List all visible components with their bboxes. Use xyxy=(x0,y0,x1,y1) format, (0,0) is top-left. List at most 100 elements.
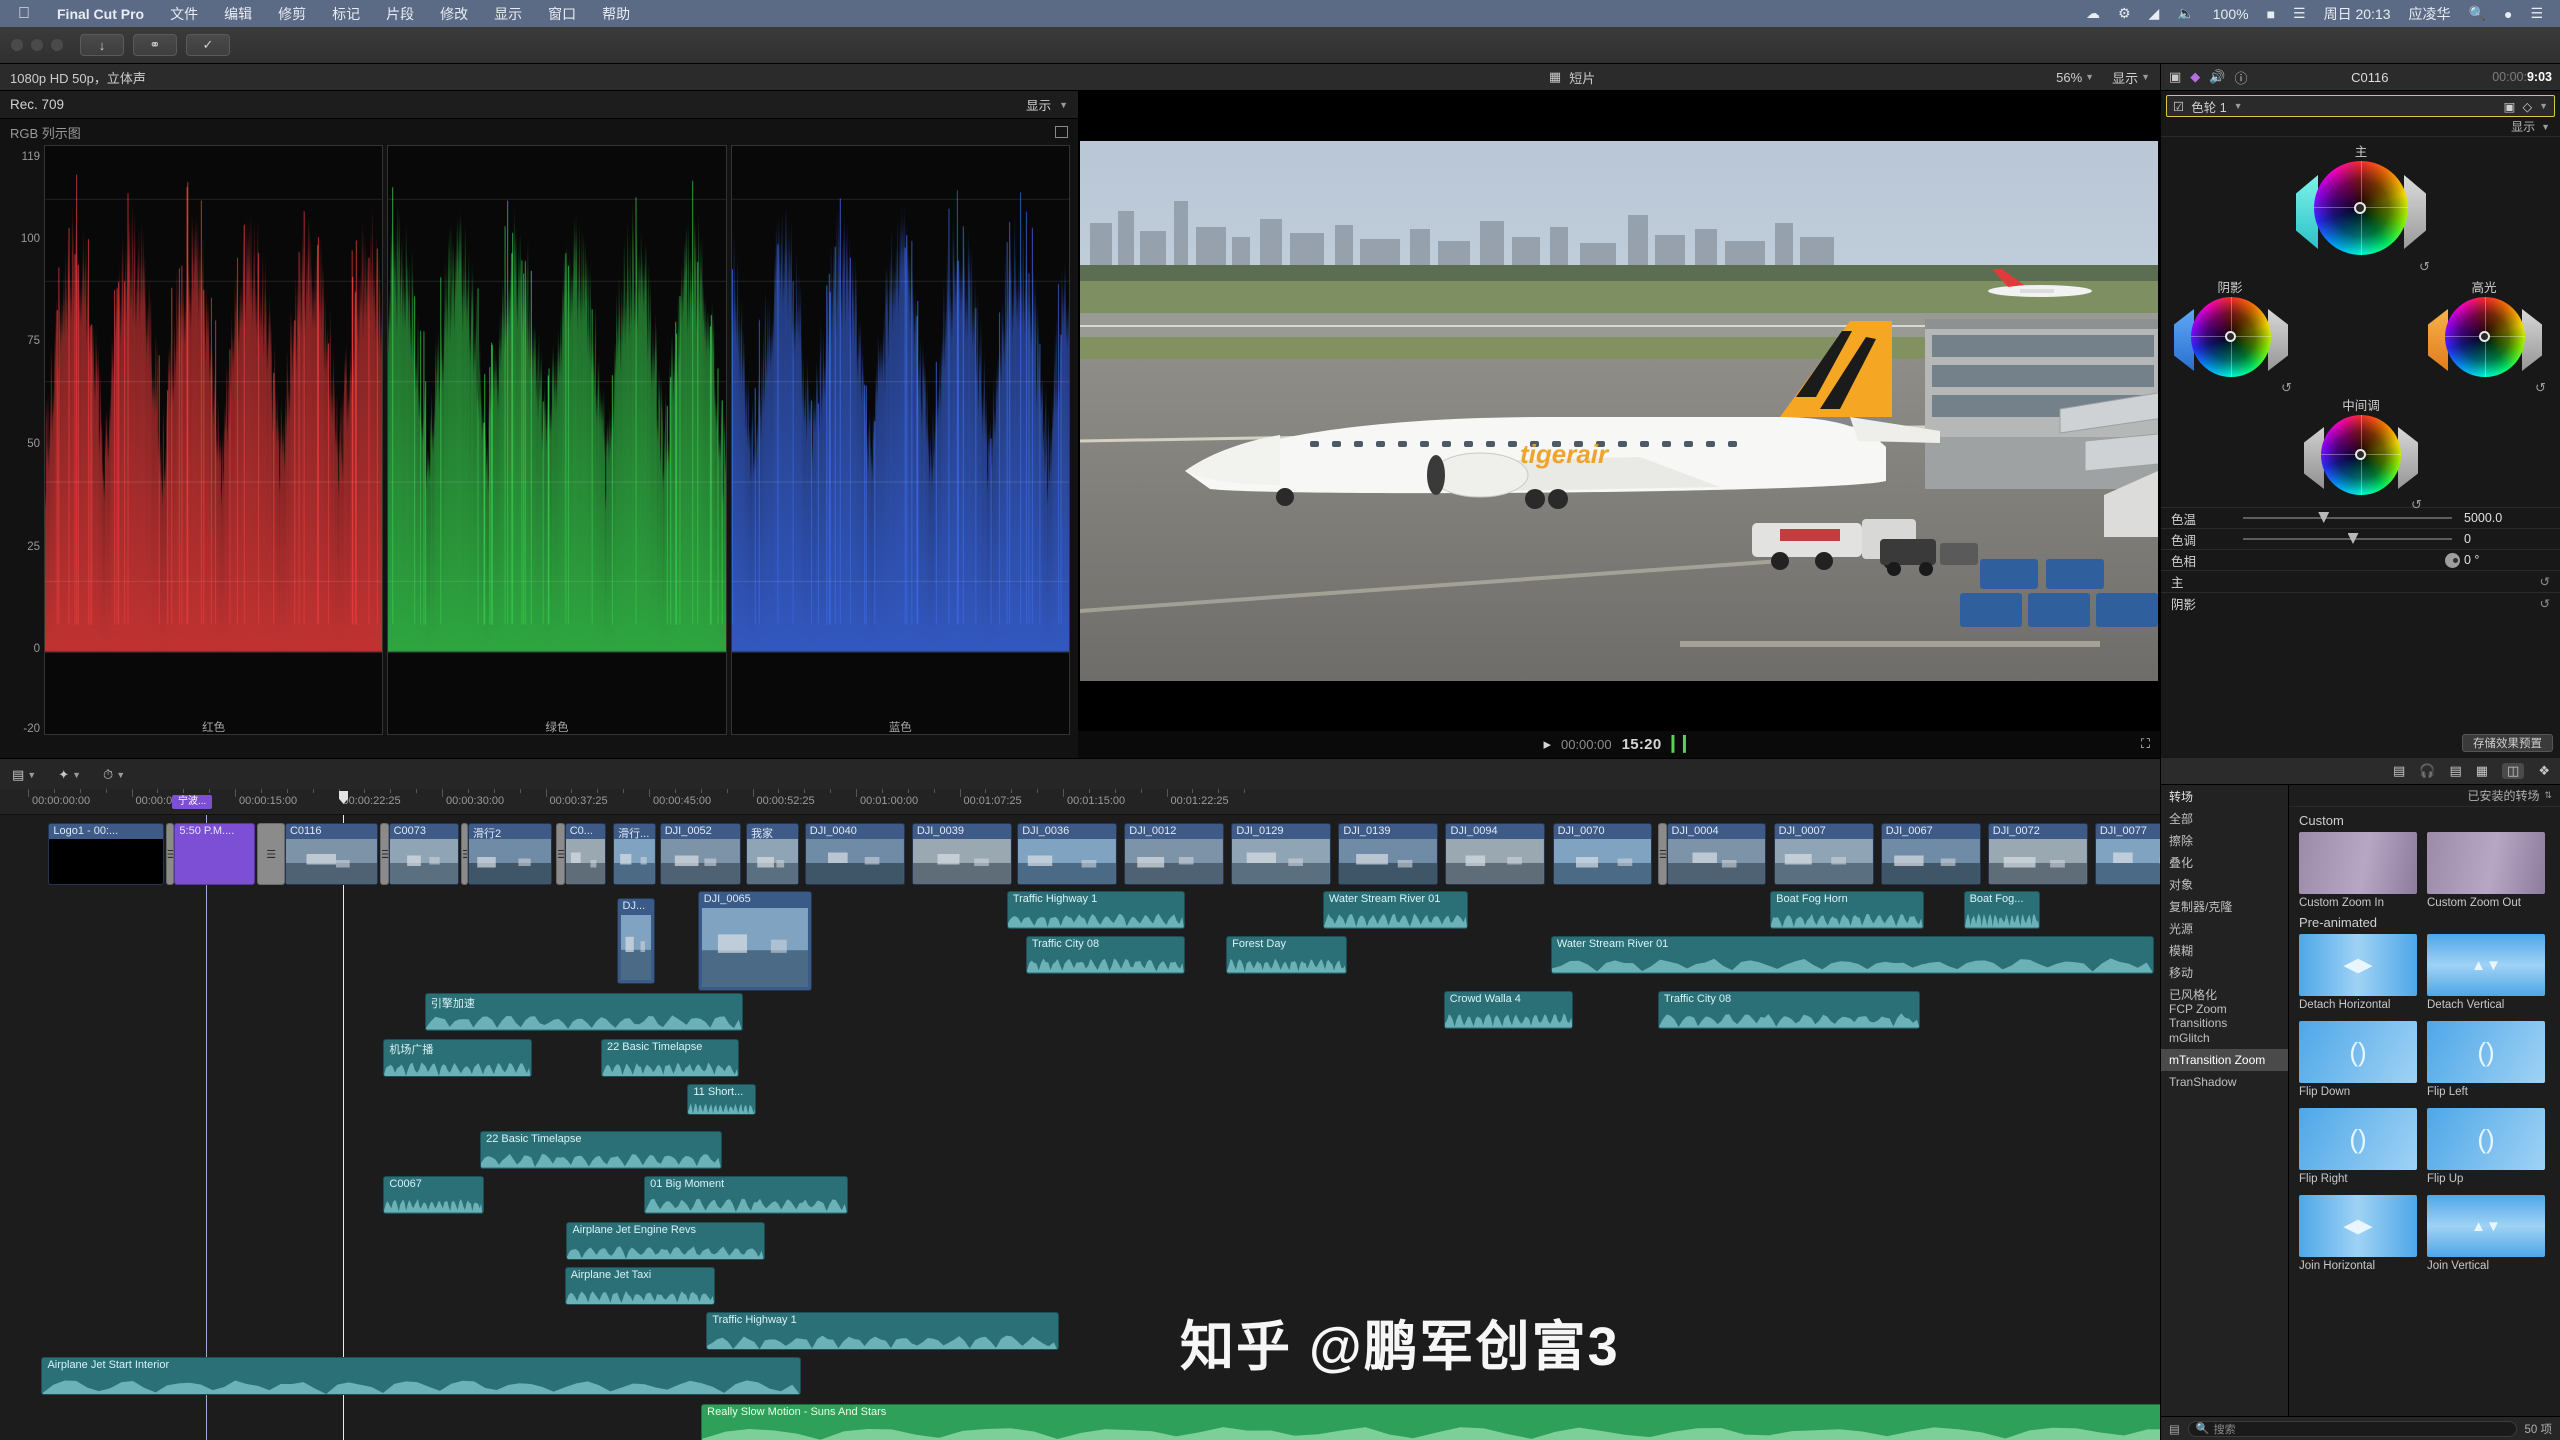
browser-clip-appearance-icon[interactable]: ▤ xyxy=(2393,763,2405,779)
reset-section-master-icon[interactable]: ↺ xyxy=(2540,574,2550,589)
browser-category-item[interactable]: FCP Zoom Transitions xyxy=(2161,1005,2288,1027)
browser-category-item[interactable]: 光源 xyxy=(2161,917,2288,939)
timeline-audio-clip[interactable]: Traffic Highway 1 xyxy=(1007,891,1185,929)
timeline-transition[interactable]: ☰ xyxy=(1658,823,1667,885)
transition-thumbnail[interactable]: ◀▶ xyxy=(2299,934,2417,996)
color-wheel-highlights[interactable] xyxy=(2437,293,2533,389)
menu-item-edit[interactable]: 编辑 xyxy=(211,4,265,24)
browser-category-list[interactable]: 转场全部擦除叠化对象复制器/克隆光源模糊移动已风格化FCP Zoom Trans… xyxy=(2161,785,2289,1416)
audio-inspector-icon[interactable]: 🔊 xyxy=(2209,69,2225,85)
transition-thumbnail[interactable]: () xyxy=(2299,1108,2417,1170)
browser-category-item[interactable]: 擦除 xyxy=(2161,829,2288,851)
tint-slider-thumb[interactable] xyxy=(2348,533,2359,544)
timeline-video-clip[interactable]: DJI_0004 xyxy=(1667,823,1767,885)
browser-index-icon[interactable]: ▤ xyxy=(2449,763,2461,779)
browser-transition-item[interactable]: ◀▶Detach Horizontal xyxy=(2299,934,2417,1011)
timeline-transition[interactable]: ☰ xyxy=(461,823,468,885)
timeline-audio-clip[interactable]: Airplane Jet Engine Revs xyxy=(566,1222,765,1260)
browser-transition-item[interactable]: ()Flip Left xyxy=(2427,1021,2545,1098)
browser-category-item[interactable]: 对象 xyxy=(2161,873,2288,895)
browser-category-item[interactable]: 复制器/克隆 xyxy=(2161,895,2288,917)
menubar-clock[interactable]: 周日 20:13 xyxy=(2315,4,2400,24)
siri-icon[interactable]: ● xyxy=(2495,6,2521,22)
window-minimize-button[interactable] xyxy=(31,39,43,51)
transition-thumbnail[interactable]: ◀▶ xyxy=(2299,1195,2417,1257)
browser-transition-item[interactable]: Custom Zoom In xyxy=(2299,832,2417,909)
timeline-video-clip[interactable]: Logo1 - 00:... xyxy=(48,823,163,885)
timeline-audio-clip[interactable]: Water Stream River 01 xyxy=(1323,891,1468,929)
volume-icon[interactable]: 🔈 xyxy=(2168,5,2203,22)
control-center-icon[interactable]: ☰ xyxy=(2284,5,2315,22)
timeline-audio-clip[interactable]: Airplane Jet Taxi xyxy=(565,1267,715,1305)
menu-item-trim[interactable]: 修剪 xyxy=(265,4,319,24)
apple-icon[interactable]:  xyxy=(18,6,30,22)
timeline-video-clip[interactable]: DJI_0072 xyxy=(1988,823,2088,885)
viewer-expand-icon[interactable]: ⛶ xyxy=(2141,736,2150,752)
info-inspector-icon[interactable]: ⓘ xyxy=(2234,68,2247,87)
skimmer[interactable] xyxy=(206,815,207,1440)
save-effect-preset-button[interactable]: 存储效果预置 xyxy=(2462,734,2553,752)
tint-value[interactable]: 0 xyxy=(2464,532,2550,546)
search-icon[interactable]: 🔍 xyxy=(2460,5,2495,22)
window-close-button[interactable] xyxy=(11,39,23,51)
transition-thumbnail[interactable]: ▲▼ xyxy=(2427,934,2545,996)
effect-row-color-wheels[interactable]: ☑ 色轮 1 ▼ ▣ ◇ ▼ xyxy=(2166,95,2555,117)
timeline-audio-clip[interactable]: Water Stream River 01 xyxy=(1551,936,2154,974)
timeline-audio-clip[interactable]: Forest Day xyxy=(1226,936,1347,974)
browser-transition-item[interactable]: ▲▼Join Vertical xyxy=(2427,1195,2545,1272)
timeline-video-clip[interactable]: DJI_0094 xyxy=(1445,823,1545,885)
browser-transition-item[interactable]: ◀▶Join Horizontal xyxy=(2299,1195,2417,1272)
menu-app-name[interactable]: Final Cut Pro xyxy=(44,6,157,22)
timeline-video-clip[interactable]: DJI_0012 xyxy=(1124,823,1224,885)
browser-transition-item[interactable]: ()Flip Up xyxy=(2427,1108,2545,1185)
cloud-icon[interactable]: ☁ xyxy=(2077,5,2109,22)
browser-category-item[interactable]: mTransition Zoom xyxy=(2161,1049,2288,1071)
timeline-audio-clip[interactable]: Traffic City 08 xyxy=(1026,936,1185,974)
timeline-video-clip[interactable]: DJI_0007 xyxy=(1774,823,1874,885)
timeline-audio-clip[interactable]: Boat Fog Horn xyxy=(1770,891,1924,929)
inspector-show-row[interactable]: 显示 ▼ xyxy=(2161,117,2560,137)
slider-row-hue[interactable]: 色相 0 ° xyxy=(2161,549,2560,570)
slider-row-temperature[interactable]: 色温 5000.0 xyxy=(2161,507,2560,528)
viewer-play-icon[interactable]: ▸ xyxy=(1543,735,1551,753)
browser-category-item[interactable]: 全部 xyxy=(2161,807,2288,829)
browser-transition-item[interactable]: ()Flip Right xyxy=(2299,1108,2417,1185)
timeline-audio-clip[interactable]: Crowd Walla 4 xyxy=(1444,991,1574,1029)
browser-category-item[interactable]: 移动 xyxy=(2161,961,2288,983)
effects-icon[interactable]: ✦▼ xyxy=(58,767,81,783)
timeline-index-icon[interactable]: ▤▼ xyxy=(12,767,36,783)
scope-display-menu[interactable]: 显示 ▼ xyxy=(1026,95,1068,114)
bluetooth-icon[interactable]: ⚙ xyxy=(2109,5,2140,22)
video-inspector-icon[interactable]: ▣ xyxy=(2169,69,2181,85)
timeline-video-clip[interactable]: DJI_0052 xyxy=(660,823,741,885)
browser-transition-item[interactable]: Custom Zoom Out xyxy=(2427,832,2545,909)
timeline-video-clip[interactable]: 滑行2 xyxy=(468,823,552,885)
color-wheel-master[interactable] xyxy=(2306,157,2416,267)
reset-section-shadows-icon[interactable]: ↺ xyxy=(2540,596,2550,611)
effect-enable-checkbox[interactable]: ☑ xyxy=(2173,99,2184,114)
timeline-audio-clip[interactable]: 引擎加速 xyxy=(425,993,743,1031)
color-wheel-shadows[interactable] xyxy=(2183,293,2279,389)
timeline-transition[interactable]: ☰ xyxy=(556,823,565,885)
timeline-audio-clip[interactable]: 01 Big Moment xyxy=(644,1176,848,1214)
menubar-user[interactable]: 应凌华 xyxy=(2400,4,2460,24)
browser-search-box[interactable]: 🔍 搜索 xyxy=(2188,1421,2517,1437)
temperature-slider-thumb[interactable] xyxy=(2318,512,2329,523)
transition-thumbnail[interactable] xyxy=(2427,832,2545,894)
timeline-video-clip[interactable]: DJI_0129 xyxy=(1231,823,1331,885)
wifi-icon[interactable]: ◢ xyxy=(2140,5,2169,22)
timeline-video-clip[interactable]: DJI_0139 xyxy=(1338,823,1438,885)
timeline-video-clip[interactable]: 5:50 P.M.... xyxy=(174,823,255,885)
timeline-audio-clip[interactable]: Traffic Highway 1 xyxy=(706,1312,1058,1350)
timeline-audio-clip[interactable]: Boat Fog... xyxy=(1964,891,2040,929)
timeline-audio-clip[interactable]: Traffic City 08 xyxy=(1658,991,1921,1029)
timeline-video-clip[interactable]: 我家 xyxy=(746,823,799,885)
scope-layout-icon[interactable] xyxy=(1055,126,1068,138)
timeline-tracks[interactable]: Logo1 - 00:...5:50 P.M....C0116 C0073 滑行… xyxy=(0,815,2160,1440)
timeline-marker[interactable]: 宁波... xyxy=(172,795,212,809)
menu-item-file[interactable]: 文件 xyxy=(157,4,211,24)
browser-category-item[interactable]: 叠化 xyxy=(2161,851,2288,873)
audio-meter-icon[interactable]: ▎▎ xyxy=(1671,735,1694,753)
menu-item-help[interactable]: 帮助 xyxy=(589,4,643,24)
timeline-audio-clip[interactable]: 22 Basic Timelapse xyxy=(601,1039,739,1077)
